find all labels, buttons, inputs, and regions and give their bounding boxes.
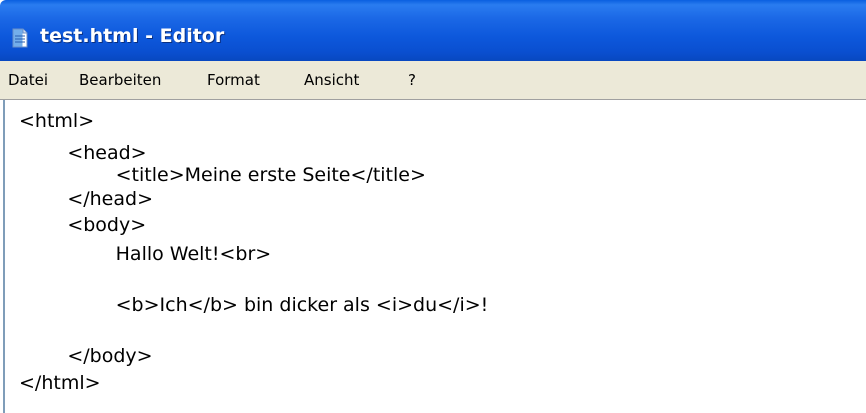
code-line: <body> <box>19 214 147 236</box>
text-editor-area[interactable]: <html> <head> <title>Meine erste Seite</… <box>3 100 866 413</box>
menu-ansicht[interactable]: Ansicht <box>304 71 359 89</box>
menu-bearbeiten[interactable]: Bearbeiten <box>79 71 161 89</box>
code-line: <title>Meine erste Seite</title> <box>19 164 426 186</box>
menu-help[interactable]: ? <box>408 71 416 89</box>
notepad-icon[interactable] <box>12 28 28 48</box>
code-line: <head> <box>19 142 147 164</box>
code-line: </html> <box>19 372 101 394</box>
notepad-window: test.html - Editor Datei Bearbeiten Form… <box>0 0 866 413</box>
menu-format[interactable]: Format <box>207 71 260 89</box>
menu-datei[interactable]: Datei <box>8 71 48 89</box>
code-line: </body> <box>19 345 153 367</box>
code-line: <html> <box>19 110 95 132</box>
title-bar[interactable]: test.html - Editor <box>0 0 866 61</box>
code-line: <b>Ich</b> bin dicker als <i>du</i>! <box>19 294 489 316</box>
window-title: test.html - Editor <box>40 25 225 47</box>
code-line: Hallo Welt!<br> <box>19 243 272 265</box>
code-line: </head> <box>19 188 153 210</box>
menu-bar: Datei Bearbeiten Format Ansicht ? <box>0 61 866 100</box>
